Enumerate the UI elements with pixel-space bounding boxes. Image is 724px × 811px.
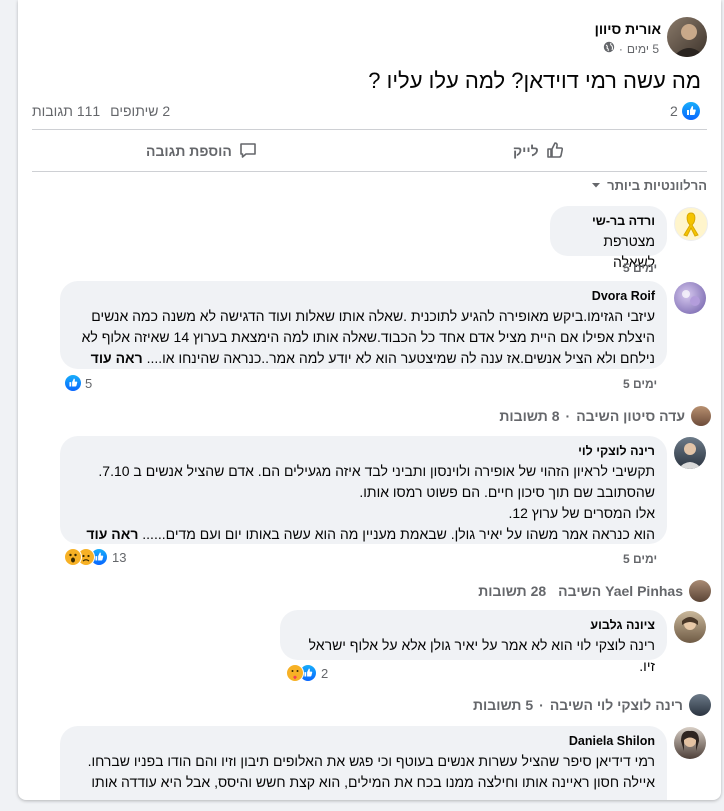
post-text: מה עשה רמי דוידאן? למה עלו עליו ? [368, 68, 701, 93]
post-counts: 2 שיתופים 111 תגובות [32, 103, 170, 119]
comment-author[interactable]: Dvora Roif [72, 289, 655, 303]
comment-icon [238, 140, 258, 163]
view-replies-link[interactable]: Yael Pinhas השיבה 28 תשובות [478, 580, 711, 602]
comment-text-line: ניל​חם ולא הציל אנשים.אז ענה לה שמיצטער … [90, 350, 655, 366]
commenter-avatar[interactable] [674, 727, 706, 759]
replies-count: 8 תשובות [499, 408, 560, 424]
comments-count[interactable]: 111 תגובות [32, 103, 100, 119]
post-author-name[interactable]: אורית סיוון [595, 21, 661, 37]
commenter-avatar[interactable] [674, 207, 708, 241]
comment-bubble: רינה לוצקי לוי תקשיבי לראיון הזה​וי של א… [60, 436, 667, 544]
caret-down-icon [591, 178, 601, 193]
commenter-avatar[interactable] [674, 437, 706, 469]
post-reactions[interactable]: 2 [670, 102, 700, 120]
comment-text-line: אלו המסרים של ערוץ 12. [508, 505, 655, 521]
comment-author[interactable]: Daniela Shilon [72, 734, 655, 748]
comment-text-line: רמי דידיאן סיפר שהציל עשרות אנשים בעוטף … [87, 753, 655, 769]
shares-count[interactable]: 2 שיתופים [110, 103, 170, 119]
comment-author[interactable]: רינה לוצקי לוי [72, 444, 655, 458]
see-more-link[interactable]: ראה עוד [91, 350, 143, 366]
reply-author-avatar [689, 694, 711, 716]
post-time[interactable]: 5 ימים [627, 42, 659, 56]
comment-text-line: איילה חסון ראיינה אותו וחילצה ממנו בכח א… [91, 774, 655, 790]
comment-reactions[interactable]: 13 [64, 548, 126, 566]
action-comment-label: הוספת תגובה [146, 143, 232, 159]
post-meta: 5 ימים · [603, 41, 659, 56]
comment-reactions[interactable]: 5 [64, 374, 92, 392]
comment-bubble: Daniela Shilon רמי דידיאן סיפר שהציל עשר… [60, 726, 667, 800]
replies-author: Yael Pinhas השיבה [558, 583, 683, 599]
like-reaction-icon [64, 374, 82, 392]
replies-author: עדה סיטון השיבה [576, 408, 685, 424]
divider [32, 129, 707, 130]
comment-bubble: ציונה גלבוע רינה לוצקי לוי הוא לא אמר על… [280, 610, 667, 674]
comment-text-line: היצלת אפילו אם היית מציל אדם אחד כל הכבו… [81, 329, 655, 345]
post-card: אורית סיוון 5 ימים · מה עשה רמי דוידאן? … [18, 0, 721, 800]
globe-icon [603, 41, 615, 56]
comment-time[interactable]: 5 ימים [623, 377, 657, 391]
comment-text-line: תקשיבי לראיון הזה​וי של אופירה ולוינסון … [98, 463, 655, 479]
post-menu-icon[interactable] [28, 22, 52, 46]
comment-text-line: עיזבי הגזימו.ביקש מאופירה להגיע לתוכנית … [91, 308, 655, 324]
comment-text-line: הוא כנראה אמר משהו על יאיר גולן. שבאמת מ… [86, 526, 655, 542]
reactions-count: 2 [321, 665, 329, 681]
commenter-avatar[interactable] [674, 611, 706, 643]
commenter-avatar[interactable] [674, 282, 706, 314]
see-more-link[interactable]: ראה עוד [86, 526, 138, 542]
comment-bubble: Dvora Roif עיזבי הגזימו.ביקש מאופירה להג… [60, 281, 667, 369]
comment-author[interactable]: ציונה גלבוע [292, 618, 655, 632]
comment-bubble: ורדה בר-שי מצטרפת לשאלה [550, 206, 667, 270]
post-author-avatar[interactable] [667, 17, 707, 57]
comment-reactions[interactable]: 2 [286, 664, 328, 682]
sort-dropdown[interactable]: הרלוונטיות ביותר [591, 178, 707, 193]
replies-author: רינה לוצקי לוי השיבה [549, 697, 683, 713]
replies-count: 28 תשובות [478, 583, 547, 599]
comment-button[interactable]: הוספת תגובה [146, 140, 258, 162]
sort-label: הרלוונטיות ביותר [607, 178, 707, 193]
comment-text-line: שהסתובב שם תוך סיכון חיים. הם פשוט רמסו … [359, 484, 655, 500]
comment-author[interactable]: ורדה בר-שי [562, 214, 655, 228]
comment-time[interactable]: 5 ימים [623, 261, 657, 275]
divider [32, 171, 707, 172]
reactions-count: 5 [85, 375, 93, 391]
like-button[interactable]: לייק [513, 140, 565, 162]
reply-author-avatar [691, 406, 711, 426]
view-replies-link[interactable]: רינה לוצקי לוי השיבה · 5 תשובות [473, 694, 711, 716]
care-reaction-icon [286, 664, 304, 682]
thumbs-up-icon [545, 140, 565, 163]
wow-reaction-icon [64, 548, 82, 566]
like-reaction-icon [681, 102, 700, 120]
view-replies-link[interactable]: עדה סיטון השיבה · 8 תשובות [499, 406, 711, 426]
action-like-label: לייק [513, 143, 539, 159]
post-reactions-count: 2 [670, 103, 678, 119]
replies-count: 5 תשובות [472, 697, 534, 713]
reactions-count: 13 [112, 549, 127, 565]
reply-author-avatar [689, 580, 711, 602]
comment-text: רינה לוצקי לוי הוא לא אמר על יאיר גולן א… [308, 637, 655, 674]
comment-time[interactable]: 5 ימים [623, 552, 657, 566]
